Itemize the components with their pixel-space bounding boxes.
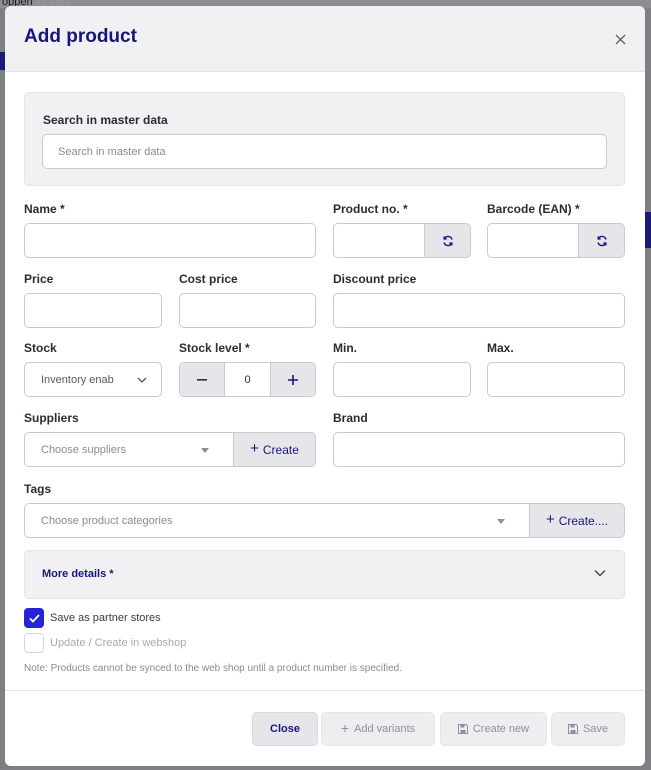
tags-placeholder: Choose product categories <box>41 514 173 527</box>
webshop-label: Update / Create in webshop <box>50 637 187 649</box>
name-input[interactable] <box>24 223 316 258</box>
plus-icon: + <box>340 720 350 736</box>
price-input[interactable] <box>24 293 162 328</box>
chevron-down-icon <box>137 377 147 383</box>
suppliers-select[interactable]: Choose suppliers <box>24 432 234 467</box>
barcode-label: Barcode (EAN) * <box>487 202 580 216</box>
save-icon <box>457 724 468 734</box>
create-supplier-button[interactable]: + Create <box>234 432 316 467</box>
add-variants-button[interactable]: + Add variants <box>321 712 435 746</box>
chevron-down-icon <box>594 570 606 577</box>
brand-input[interactable] <box>333 432 625 467</box>
webshop-checkbox[interactable] <box>24 633 44 653</box>
product-no-label: Product no. * <box>333 202 408 216</box>
max-input[interactable] <box>487 362 625 397</box>
modal-title: Add product <box>24 26 137 47</box>
name-label: Name * <box>24 202 65 216</box>
more-details-accordion[interactable]: More details * <box>24 550 625 599</box>
refresh-icon <box>442 235 453 246</box>
modal-body: Search in master data Name * Product no.… <box>24 92 625 674</box>
tags-select[interactable]: Choose product categories <box>24 503 530 538</box>
modal-header: Add product <box>5 6 645 72</box>
suppliers-label: Suppliers <box>24 411 79 425</box>
stock-selected-value: Inventory enab <box>41 373 114 386</box>
close-icon[interactable] <box>609 28 631 50</box>
cost-price-input[interactable] <box>179 293 316 328</box>
product-no-input[interactable] <box>333 223 425 258</box>
partner-stores-label: Save as partner stores <box>50 612 161 624</box>
stock-select[interactable]: Inventory enab <box>24 362 162 397</box>
more-details-label: More details * <box>42 568 114 580</box>
plus-icon: + <box>545 511 555 528</box>
stock-level-value[interactable]: 0 <box>224 363 271 396</box>
partner-stores-checkbox[interactable] <box>24 608 44 628</box>
save-icon <box>567 724 578 734</box>
decrement-button[interactable] <box>180 363 224 396</box>
master-data-search-label: Search in master data <box>43 113 168 127</box>
discount-price-input[interactable] <box>333 293 625 328</box>
master-data-search-panel: Search in master data <box>24 92 625 186</box>
save-button[interactable]: Save <box>551 712 625 746</box>
stock-label: Stock <box>24 341 57 355</box>
min-label: Min. <box>333 341 357 355</box>
cost-price-label: Cost price <box>179 272 238 286</box>
max-label: Max. <box>487 341 514 355</box>
min-input[interactable] <box>333 362 471 397</box>
checkmark-icon <box>28 613 40 623</box>
master-data-search-input[interactable] <box>42 134 607 169</box>
barcode-input[interactable] <box>487 223 579 258</box>
close-button[interactable]: Close <box>252 712 318 746</box>
modal-footer: Close + Add variants Create new Save <box>5 690 645 766</box>
background-accent <box>645 212 651 248</box>
price-label: Price <box>24 272 54 286</box>
discount-price-label: Discount price <box>333 272 417 286</box>
suppliers-placeholder: Choose suppliers <box>41 443 126 456</box>
create-new-button[interactable]: Create new <box>440 712 547 746</box>
sync-note: Note: Products cannot be synced to the w… <box>24 663 402 674</box>
tags-label: Tags <box>24 482 52 496</box>
plus-icon <box>288 374 298 385</box>
caret-down-icon <box>201 447 209 453</box>
stock-level-label: Stock level * <box>179 341 250 355</box>
create-tag-button[interactable]: + Create.... <box>530 503 625 538</box>
minus-icon <box>197 378 207 381</box>
refresh-icon <box>596 235 607 246</box>
generate-product-no-button[interactable] <box>425 223 471 258</box>
increment-button[interactable] <box>271 363 315 396</box>
stock-level-stepper: 0 <box>179 362 316 397</box>
generate-barcode-button[interactable] <box>579 223 625 258</box>
add-product-modal: Add product Search in master data Name *… <box>5 6 645 766</box>
brand-label: Brand <box>333 411 368 425</box>
caret-down-icon <box>497 518 505 524</box>
plus-icon: + <box>250 440 259 457</box>
